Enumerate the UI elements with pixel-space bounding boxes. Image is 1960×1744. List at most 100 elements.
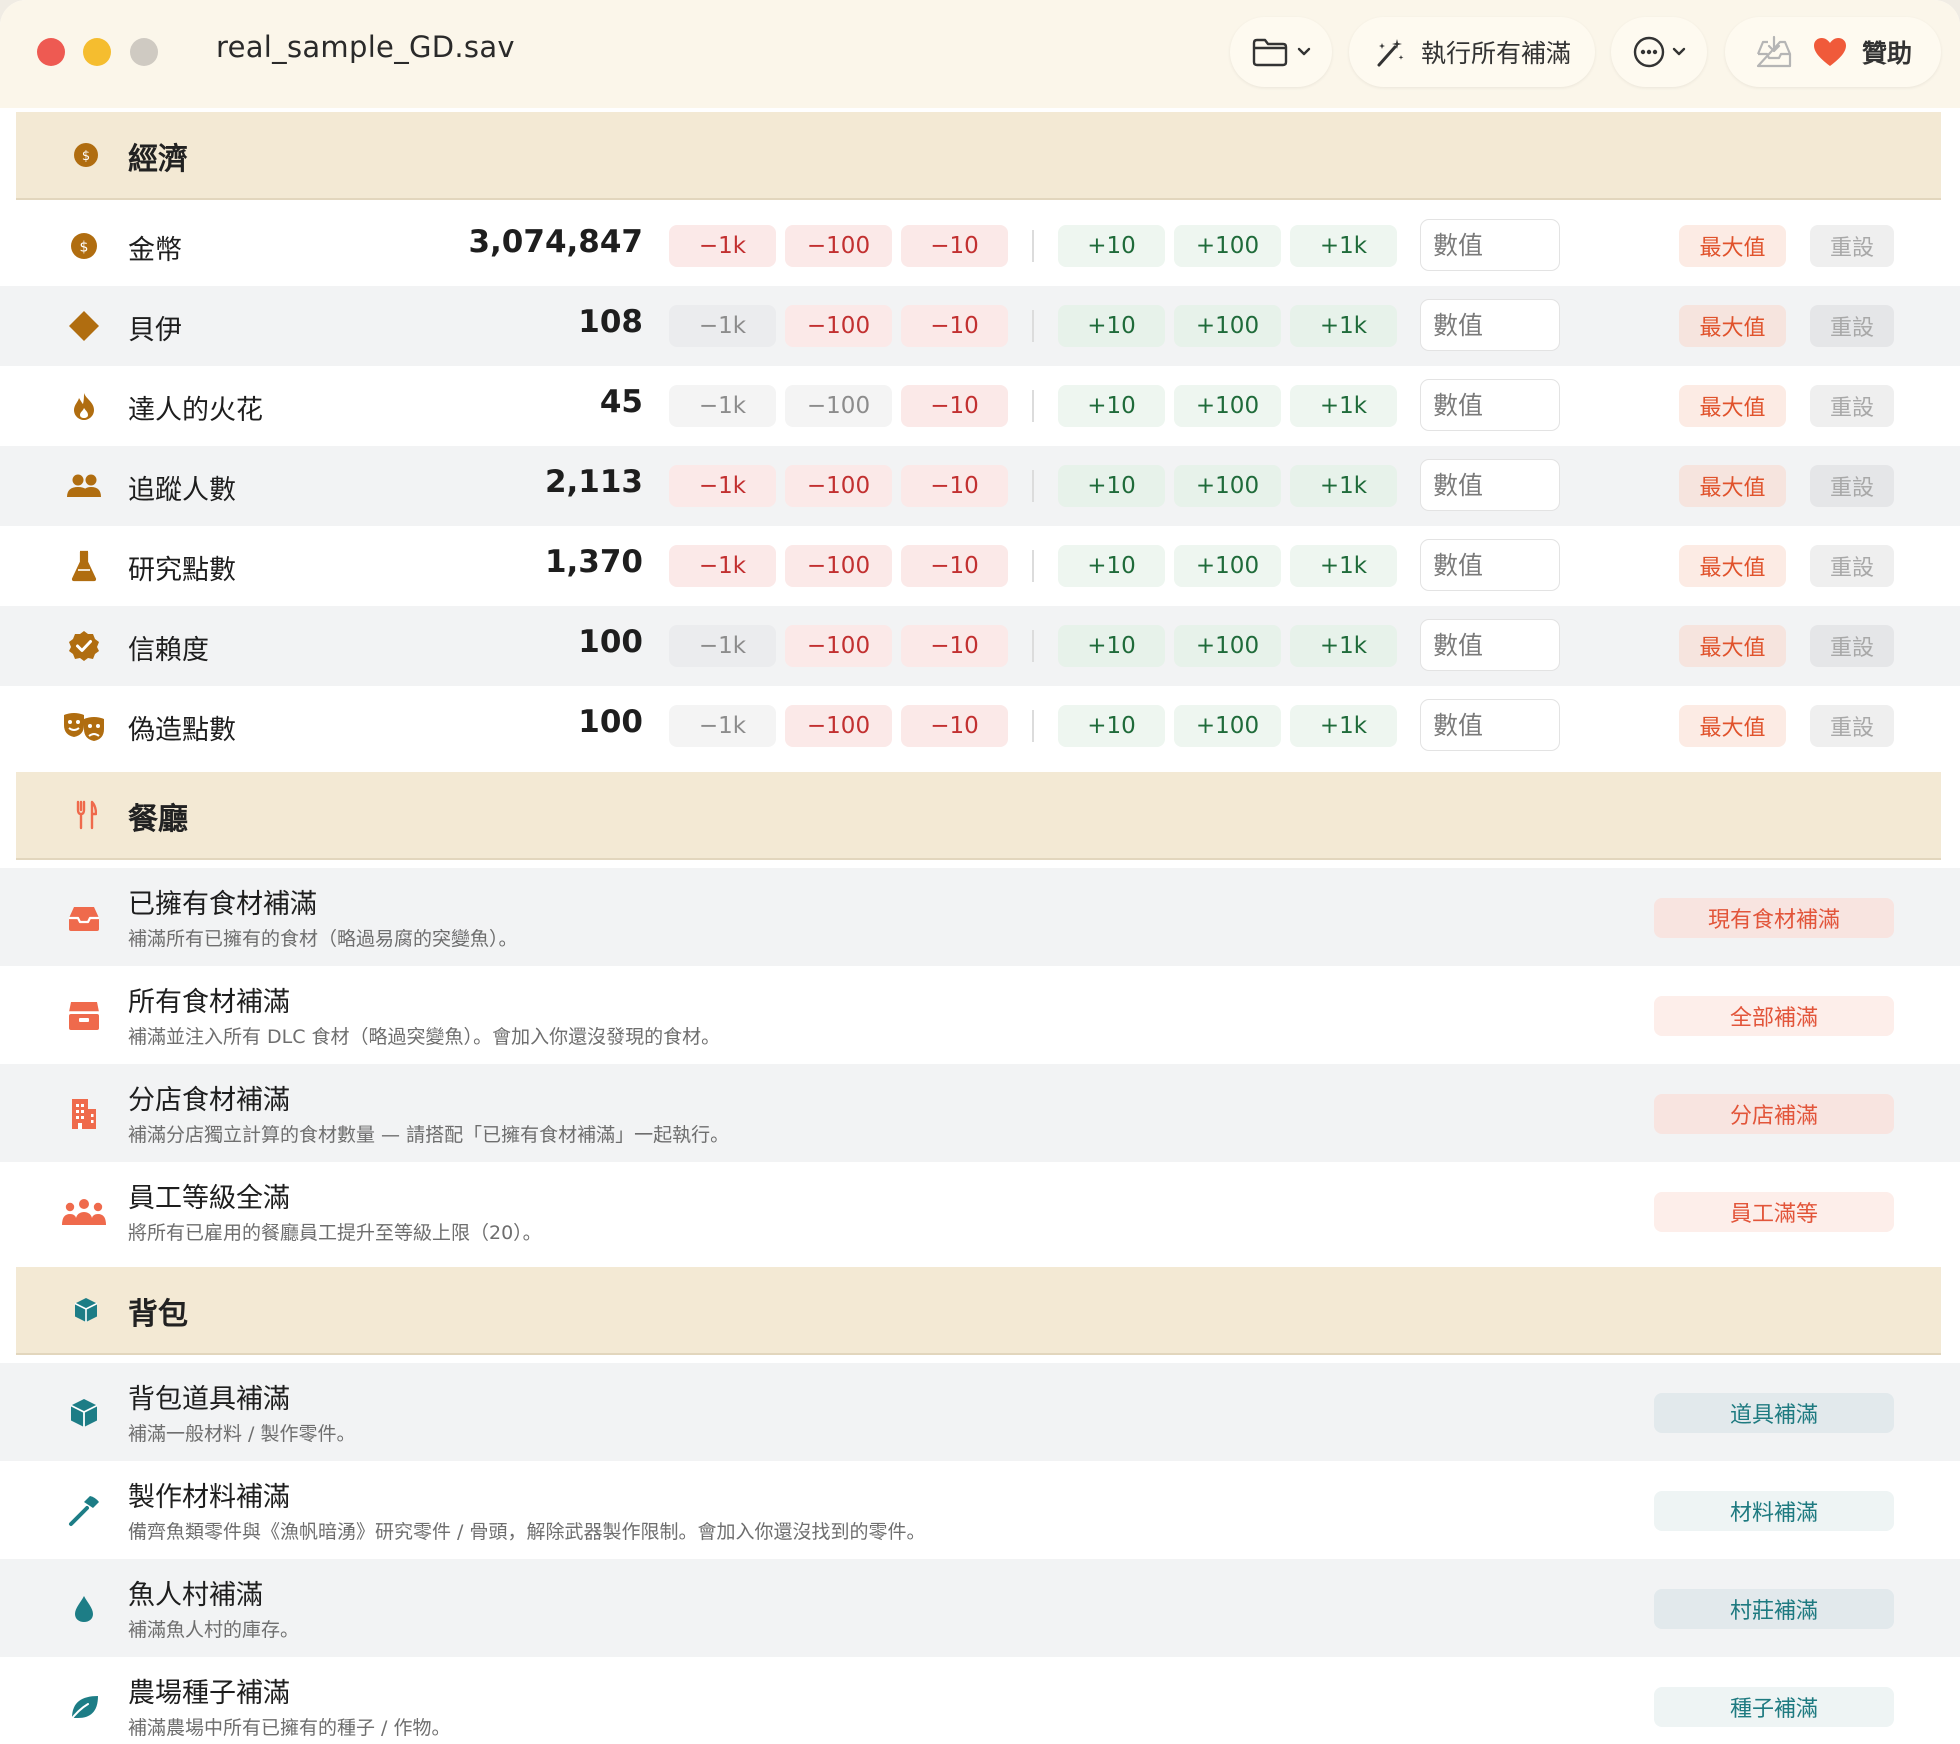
increment-100-button[interactable]: +100 [1174, 705, 1281, 747]
action-row: 背包道具補滿 補滿一般材料 / 製作零件。 道具補滿 [0, 1363, 1960, 1461]
fill-all-label: 執行所有補滿 [1420, 39, 1571, 68]
action-title: 分店食材補滿 [128, 1085, 290, 1116]
decrement-10-button[interactable]: −10 [901, 625, 1008, 667]
increment-10-button[interactable]: +10 [1058, 225, 1165, 267]
open-folder-button[interactable] [1230, 17, 1332, 87]
stat-label: 貝伊 [128, 315, 182, 346]
max-button[interactable]: 最大值 [1679, 545, 1786, 587]
action-button[interactable]: 種子補滿 [1654, 1687, 1894, 1727]
increment-10-button[interactable]: +10 [1058, 465, 1165, 507]
increment-1k-button[interactable]: +1k [1290, 705, 1397, 747]
decrement-100-button[interactable]: −100 [785, 545, 892, 587]
stat-row: 追蹤人數 2,113 −1k−100−10 +10+100+1k 最大值重設 [0, 446, 1960, 526]
value-input[interactable] [1420, 619, 1560, 671]
increment-1k-button[interactable]: +1k [1290, 305, 1397, 347]
minimize-window-button[interactable] [83, 38, 111, 66]
value-input[interactable] [1420, 379, 1560, 431]
increment-1k-button[interactable]: +1k [1290, 545, 1397, 587]
stat-value: 45 [599, 384, 643, 420]
tray-icon [60, 898, 108, 938]
action-description: 補滿農場中所有已擁有的種子 / 作物。 [128, 1717, 451, 1739]
decrement-10-button[interactable]: −10 [901, 385, 1008, 427]
increment-1k-button[interactable]: +1k [1290, 385, 1397, 427]
increment-10-button[interactable]: +10 [1058, 625, 1165, 667]
decrement-100-button[interactable]: −100 [785, 225, 892, 267]
action-button[interactable]: 村莊補滿 [1654, 1589, 1894, 1629]
action-button[interactable]: 現有食材補滿 [1654, 898, 1894, 938]
people-icon [62, 468, 106, 504]
decrement-100-button[interactable]: −100 [785, 465, 892, 507]
increment-10-button[interactable]: +10 [1058, 305, 1165, 347]
save-download-icon[interactable] [1754, 34, 1794, 70]
decrement-1k-button[interactable]: −1k [669, 705, 776, 747]
more-options-button[interactable] [1611, 17, 1707, 87]
increment-100-button[interactable]: +100 [1174, 465, 1281, 507]
action-title: 製作材料補滿 [128, 1482, 290, 1513]
action-description: 備齊魚類零件與《漁帆暗湧》研究零件 / 骨頭，解除武器製作限制。會加入你還沒找到… [128, 1521, 926, 1543]
increment-100-button[interactable]: +100 [1174, 545, 1281, 587]
max-button[interactable]: 最大值 [1679, 465, 1786, 507]
max-button[interactable]: 最大值 [1679, 705, 1786, 747]
heart-icon [1812, 36, 1848, 68]
section-title: 經濟 [128, 142, 188, 177]
value-input[interactable] [1420, 459, 1560, 511]
decrement-1k-button[interactable]: −1k [669, 625, 776, 667]
max-button[interactable]: 最大值 [1679, 385, 1786, 427]
stat-label: 金幣 [128, 235, 182, 266]
increment-10-button[interactable]: +10 [1058, 545, 1165, 587]
action-row: 所有食材補滿 補滿並注入所有 DLC 食材（略過突變魚）。會加入你還沒發現的食材。… [0, 966, 1960, 1064]
decrement-1k-button[interactable]: −1k [669, 305, 776, 347]
stat-value: 2,113 [544, 464, 643, 500]
support-button[interactable]: 贊助 [1812, 34, 1912, 70]
decrement-10-button[interactable]: −10 [901, 225, 1008, 267]
increment-1k-button[interactable]: +1k [1290, 225, 1397, 267]
value-input[interactable] [1420, 219, 1560, 271]
water-drop-icon [60, 1589, 108, 1629]
action-row: 員工等級全滿 將所有已雇用的餐廳員工提升至等級上限（20）。 員工滿等 [0, 1162, 1960, 1260]
decrement-1k-button[interactable]: −1k [669, 465, 776, 507]
increment-100-button[interactable]: +100 [1174, 305, 1281, 347]
decrement-100-button[interactable]: −100 [785, 305, 892, 347]
increment-10-button[interactable]: +10 [1058, 385, 1165, 427]
reset-button[interactable]: 重設 [1810, 625, 1894, 667]
zoom-window-button[interactable] [130, 38, 158, 66]
action-button[interactable]: 分店補滿 [1654, 1094, 1894, 1134]
increment-1k-button[interactable]: +1k [1290, 625, 1397, 667]
increment-100-button[interactable]: +100 [1174, 625, 1281, 667]
max-button[interactable]: 最大值 [1679, 305, 1786, 347]
max-button[interactable]: 最大值 [1679, 225, 1786, 267]
stat-row: 達人的火花 45 −1k−100−10 +10+100+1k 最大值重設 [0, 366, 1960, 446]
increment-100-button[interactable]: +100 [1174, 385, 1281, 427]
max-button[interactable]: 最大值 [1679, 625, 1786, 667]
decrement-10-button[interactable]: −10 [901, 465, 1008, 507]
decrement-1k-button[interactable]: −1k [669, 385, 776, 427]
decrement-1k-button[interactable]: −1k [669, 545, 776, 587]
decrement-100-button[interactable]: −100 [785, 385, 892, 427]
reset-button[interactable]: 重設 [1810, 705, 1894, 747]
increment-100-button[interactable]: +100 [1174, 225, 1281, 267]
decrement-100-button[interactable]: −100 [785, 625, 892, 667]
action-button[interactable]: 員工滿等 [1654, 1192, 1894, 1232]
reset-button[interactable]: 重設 [1810, 305, 1894, 347]
decrement-10-button[interactable]: −10 [901, 305, 1008, 347]
value-input[interactable] [1420, 699, 1560, 751]
decrement-1k-button[interactable]: −1k [669, 225, 776, 267]
reset-button[interactable]: 重設 [1810, 385, 1894, 427]
decrement-100-button[interactable]: −100 [785, 705, 892, 747]
increment-1k-button[interactable]: +1k [1290, 465, 1397, 507]
action-button[interactable]: 材料補滿 [1654, 1491, 1894, 1531]
value-input[interactable] [1420, 539, 1560, 591]
value-input[interactable] [1420, 299, 1560, 351]
increment-10-button[interactable]: +10 [1058, 705, 1165, 747]
fill-all-button[interactable]: 執行所有補滿 [1349, 17, 1595, 87]
stat-row: 信賴度 100 −1k−100−10 +10+100+1k 最大值重設 [0, 606, 1960, 686]
action-button[interactable]: 全部補滿 [1654, 996, 1894, 1036]
decrement-10-button[interactable]: −10 [901, 705, 1008, 747]
close-window-button[interactable] [37, 38, 65, 66]
chevron-down-icon [1672, 47, 1686, 57]
decrement-10-button[interactable]: −10 [901, 545, 1008, 587]
reset-button[interactable]: 重設 [1810, 465, 1894, 507]
reset-button[interactable]: 重設 [1810, 225, 1894, 267]
reset-button[interactable]: 重設 [1810, 545, 1894, 587]
action-button[interactable]: 道具補滿 [1654, 1393, 1894, 1433]
